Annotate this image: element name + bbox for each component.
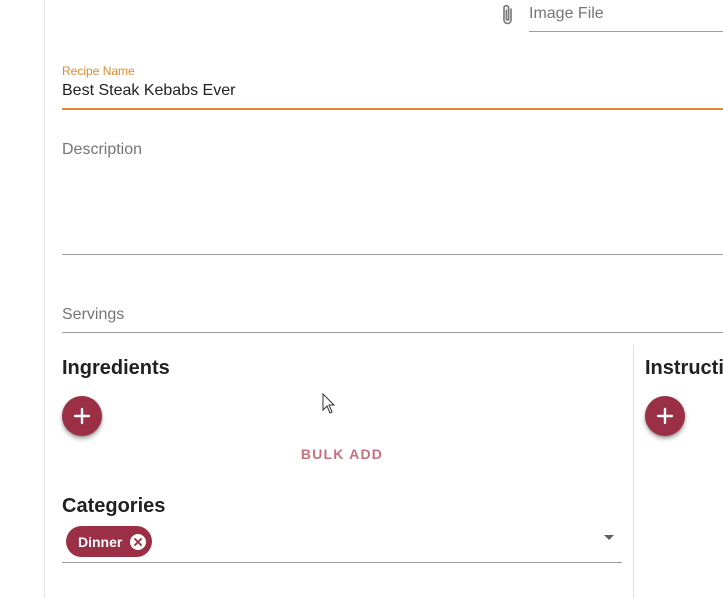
paperclip-icon[interactable] — [497, 2, 519, 28]
recipe-name-label: Recipe Name — [62, 64, 135, 78]
bulk-add-button[interactable]: BULK ADD — [290, 440, 394, 468]
add-ingredient-button[interactable] — [62, 396, 102, 436]
ingredients-title: Ingredients — [62, 357, 170, 379]
servings-input[interactable]: Servings — [62, 300, 723, 333]
close-icon[interactable] — [130, 533, 147, 550]
category-chip[interactable]: Dinner — [66, 526, 153, 557]
add-instruction-button[interactable] — [645, 396, 685, 436]
description-placeholder: Description — [62, 141, 143, 158]
servings-placeholder: Servings — [62, 306, 125, 323]
categories-select[interactable]: Dinner — [62, 522, 622, 563]
recipe-name-value: Best Steak Kebabs Ever — [62, 82, 236, 99]
image-file-input[interactable]: Image File — [529, 0, 723, 32]
description-textarea[interactable]: Description — [62, 136, 723, 255]
mouse-cursor-icon — [322, 393, 336, 414]
dropdown-arrow-icon[interactable] — [604, 532, 614, 542]
categories-title: Categories — [62, 495, 166, 517]
image-file-placeholder: Image File — [529, 5, 604, 22]
category-chip-label: Dinner — [78, 533, 123, 550]
left-gutter — [0, 0, 45, 598]
plus-icon — [656, 407, 674, 425]
column-divider — [633, 345, 634, 598]
recipe-name-field[interactable]: Recipe Name Best Steak Kebabs Ever — [62, 60, 723, 110]
plus-icon — [73, 407, 91, 425]
instructions-title: Instructions — [645, 357, 723, 379]
